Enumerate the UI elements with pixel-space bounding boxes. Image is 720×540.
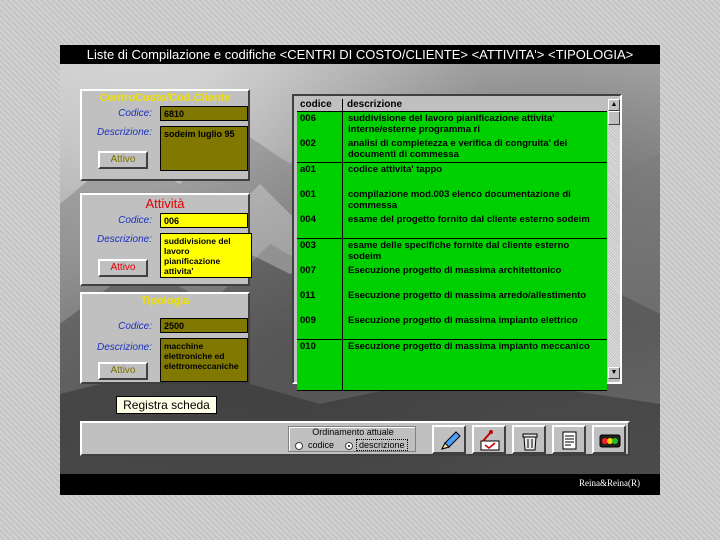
attivita-grid[interactable]: codice descrizione 006 suddivisione del … <box>292 94 622 391</box>
grid-body: codice descrizione 006 suddivisione del … <box>297 99 607 391</box>
grid-vertical-scrollbar[interactable]: ▲ ▼ <box>608 99 620 379</box>
edit-button[interactable] <box>432 425 466 454</box>
cell-codice: 011 <box>297 289 343 315</box>
cell-codice <box>297 365 343 390</box>
scroll-up-arrow-icon[interactable]: ▲ <box>608 99 620 111</box>
table-row[interactable]: 006 suddivisione del lavoro pianificazio… <box>297 112 607 138</box>
tipologia-attivo-button[interactable]: Attivo <box>98 362 148 380</box>
grid-header: codice descrizione <box>297 99 607 112</box>
table-row[interactable]: 004 esame del progetto fornito dal client… <box>297 213 607 240</box>
centro-costo-title: CentroCosto/Cod.Cliente <box>99 92 231 104</box>
cell-descrizione: Esecuzione progetto di massima arredo/al… <box>348 290 587 302</box>
cell-descrizione: codice attivita' tappo <box>348 163 443 175</box>
scroll-thumb[interactable] <box>608 111 620 125</box>
table-row[interactable]: 011 Esecuzione progetto di massima arredo… <box>297 289 607 316</box>
tipologia-descrizione-label: Descrizione: <box>96 342 152 353</box>
tipologia-codice-field[interactable]: 2500 <box>160 318 248 333</box>
sort-codice-label: codice <box>308 440 335 450</box>
tipologia-panel: Tipologia Codice: 2500 Descrizione: macc… <box>80 292 250 384</box>
centro-codice-label: Codice: <box>118 108 152 119</box>
tipologia-codice-label: Codice: <box>118 321 152 332</box>
attivita-descrizione-label: Descrizione: <box>96 234 152 245</box>
radio-selected-icon <box>345 441 353 450</box>
table-row[interactable]: 010 Esecuzione progetto di massima impian… <box>297 339 607 366</box>
radio-unselected-icon <box>295 441 303 450</box>
cell-codice: 007 <box>297 263 343 289</box>
cell-descrizione: suddivisione del lavoro pianificazione a… <box>348 113 555 135</box>
centro-descrizione-field[interactable]: sodeim luglio 95 <box>160 126 248 171</box>
cell-codice: 002 <box>297 137 343 163</box>
cell-descrizione: analisi di completezza e verifica di con… <box>348 138 568 161</box>
cell-codice: a01 <box>297 162 343 188</box>
ordinamento-group: Ordinamento attuale codice descrizione <box>288 426 416 452</box>
table-row[interactable]: 009 Esecuzione progetto di massima impian… <box>297 314 607 341</box>
attivita-codice-label: Codice: <box>118 215 152 226</box>
attivita-codice-field[interactable]: 006 <box>160 213 248 228</box>
cell-codice: 006 <box>297 112 343 137</box>
application-window: Liste di Compilazione e codifiche <CENTR… <box>60 45 660 495</box>
format-button[interactable] <box>472 425 506 454</box>
table-row[interactable]: 002 analisi di completezza e verifica di … <box>297 137 607 164</box>
tipologia-descrizione-field[interactable]: macchine elettroniche ed elettromeccanic… <box>160 338 248 382</box>
cell-descrizione <box>344 365 606 367</box>
centro-costo-panel: CentroCosto/Cod.Cliente Codice: 6810 Des… <box>80 89 250 181</box>
centro-codice-field[interactable]: 6810 <box>160 106 248 121</box>
cell-descrizione: esame delle specifiche fornite dal clien… <box>348 239 570 262</box>
centro-descrizione-label: Descrizione: <box>96 127 152 138</box>
column-header-descrizione[interactable]: descrizione <box>344 99 402 111</box>
table-row[interactable]: a01 codice attivita' tappo <box>297 162 607 189</box>
work-area: CentroCosto/Cod.Cliente Codice: 6810 Des… <box>60 64 660 474</box>
bottom-toolbar: Ordinamento attuale codice descrizione <box>80 421 630 456</box>
attivita-title: Attività <box>145 196 185 211</box>
report-button[interactable] <box>552 425 586 454</box>
table-row[interactable] <box>297 365 607 391</box>
table-row[interactable]: 007 Esecuzione progetto di massima archit… <box>297 263 607 290</box>
attivita-descrizione-field[interactable]: suddivisione del lavoro pianificazione a… <box>160 233 252 278</box>
traffic-light-icon <box>599 434 621 448</box>
tipologia-title: Tipologia <box>140 295 190 307</box>
cell-codice: 009 <box>297 314 343 340</box>
cell-descrizione: Esecuzione progetto di massima impianto … <box>348 340 590 352</box>
sort-descrizione-radio[interactable]: descrizione <box>345 439 408 451</box>
copyright-text: Reina&Reina(R) <box>579 478 640 488</box>
table-row[interactable]: 003 esame delle specifiche fornite dal cl… <box>297 238 607 265</box>
centro-attivo-button[interactable]: Attivo <box>98 151 148 169</box>
exit-button[interactable] <box>592 425 626 454</box>
attivita-attivo-button[interactable]: Attivo <box>98 259 148 277</box>
attivita-panel: Attività Codice: 006 Descrizione: suddiv… <box>80 193 252 286</box>
delete-button[interactable] <box>512 425 546 454</box>
cell-descrizione: compilazione mod.003 elenco documentazio… <box>348 188 571 211</box>
trash-icon <box>522 433 538 451</box>
table-row[interactable]: 001 compilazione mod.003 elenco documenta… <box>297 187 607 214</box>
cell-descrizione: esame del progetto fornito dal cliente e… <box>348 214 590 226</box>
ordinamento-label: Ordinamento attuale <box>312 427 394 437</box>
cell-codice: 004 <box>297 213 343 239</box>
column-header-codice[interactable]: codice <box>297 99 343 112</box>
document-icon <box>562 431 577 450</box>
cell-codice: 001 <box>297 187 343 213</box>
sort-codice-radio[interactable]: codice <box>295 439 336 451</box>
cell-descrizione: Esecuzione progetto di massima impianto … <box>348 315 578 327</box>
cell-codice: 010 <box>297 339 343 365</box>
sort-descrizione-label: descrizione <box>356 439 408 451</box>
pencil-icon <box>441 431 461 450</box>
registra-scheda-button[interactable]: Registra scheda <box>116 396 217 414</box>
cell-codice: 003 <box>297 238 343 264</box>
cell-descrizione: Esecuzione progetto di massima architett… <box>348 264 562 276</box>
scroll-down-arrow-icon[interactable]: ▼ <box>608 367 620 379</box>
window-title: Liste di Compilazione e codifiche <CENTR… <box>86 47 634 62</box>
paint-icon <box>480 430 500 451</box>
